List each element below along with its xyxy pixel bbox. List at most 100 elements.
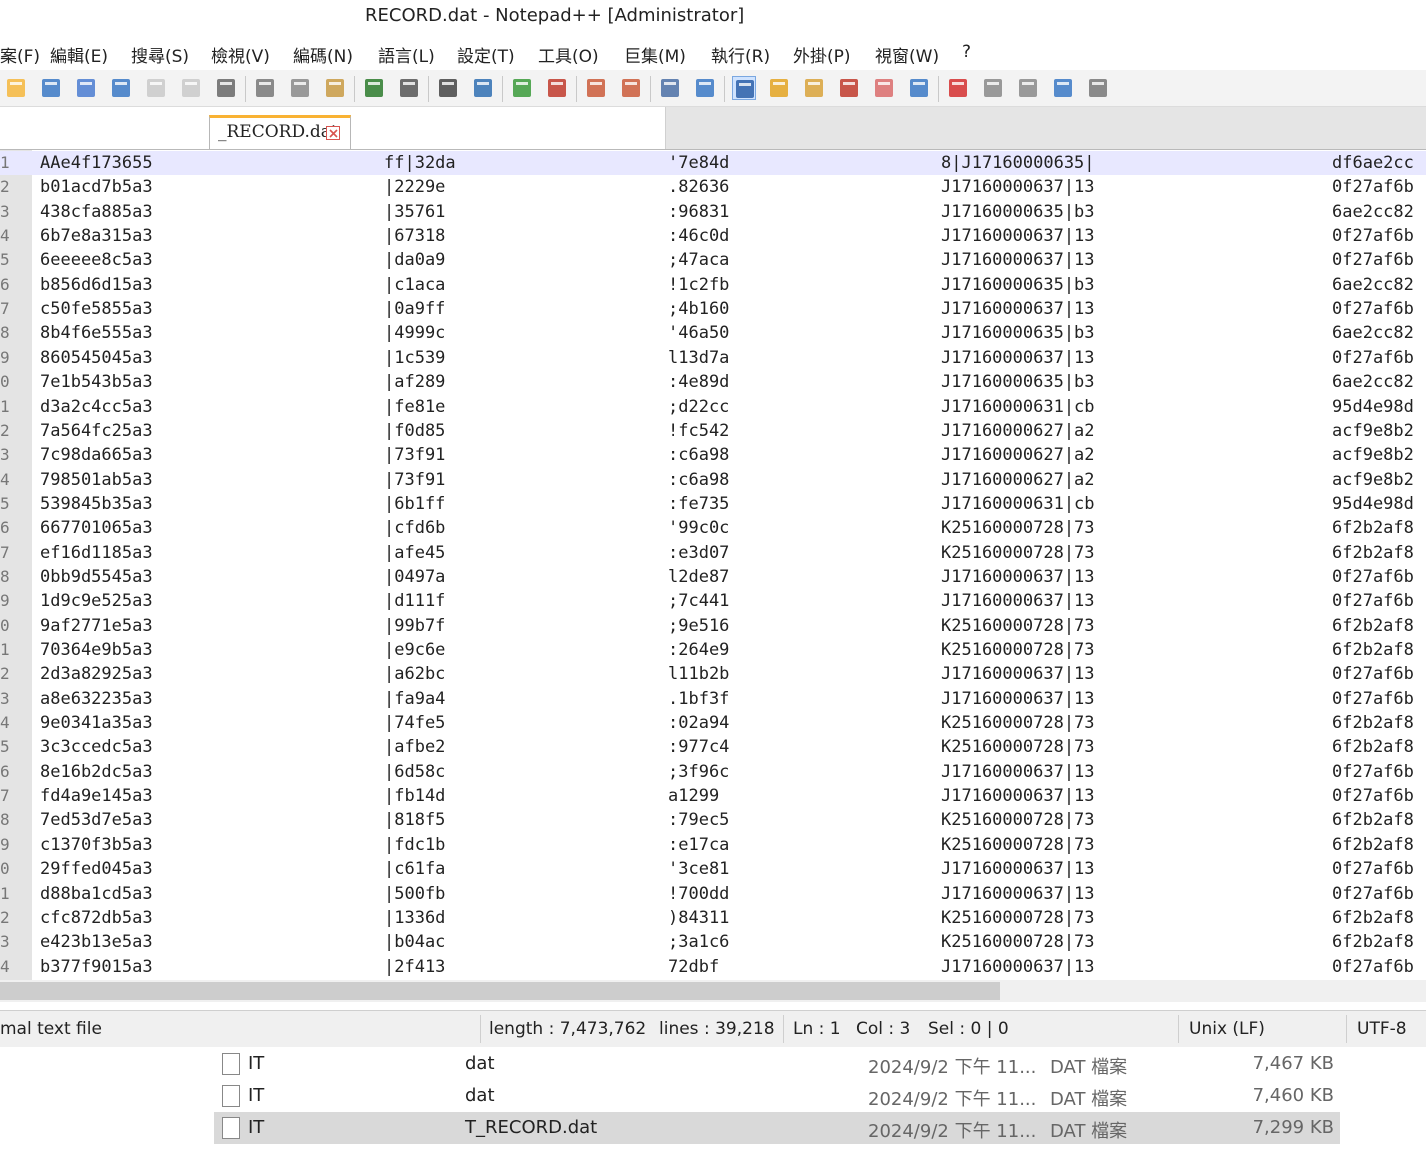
menu-item[interactable]: 巨集(M) — [624, 42, 686, 67]
editor-line[interactable]: 1 AAe4f173655 ff|32da '7e84d 8|J17160000635|… — [0, 151, 1426, 175]
editor-line[interactable]: 2 b01acd7b5a3 |2229e .82636 J17160000637|13 0… — [0, 175, 1426, 199]
zoom-out-icon[interactable] — [545, 76, 569, 100]
editor-line[interactable]: 9 c1370f3b5a3 |fdc1b:e17ca K25160000728|73 6… — [0, 833, 1426, 857]
editor-line[interactable]: 6 b856d6d15a3 |c1aca !1c2fb J17160000635|b3 6… — [0, 273, 1426, 297]
editor-line[interactable]: 7 c50fe5855a3 |0a9ff ;4b160 J17160000637|13 0… — [0, 297, 1426, 321]
tab-close-icon[interactable] — [326, 126, 340, 140]
editor-line[interactable]: 0 9af2771e5a3 |99b7f ;9e516 K25160000728|73 6… — [0, 614, 1426, 638]
function-list-icon[interactable] — [837, 76, 861, 100]
editor-line[interactable]: 4 b377f9015a3 |2f413 72dbf J17160000637|13 0f… — [0, 955, 1426, 979]
line-text: |6b1ff — [384, 493, 446, 514]
text-editor[interactable]: 1 AAe4f173655 ff|32da '7e84d 8|J17160000635|… — [0, 149, 1426, 980]
status-encoding[interactable]: UTF-8 — [1357, 1019, 1407, 1039]
line-text: 667701065a3 — [40, 518, 153, 539]
macro-play-icon[interactable] — [1016, 76, 1040, 100]
macro-record-icon[interactable] — [946, 76, 970, 100]
editor-line[interactable]: 1 d3a2c4cc5a3 |fe81e ;d22cc J17160000631|cb 9… — [0, 395, 1426, 419]
editor-line[interactable]: 4 9e0341a35a3 |74fe5:02a94 K25160000728|73 6… — [0, 711, 1426, 735]
scrollbar-thumb[interactable] — [0, 982, 1000, 1000]
user-language-icon[interactable] — [767, 76, 791, 100]
status-eol[interactable]: Unix (LF) — [1189, 1019, 1265, 1039]
line-text: b856d6d15a3 — [40, 274, 153, 295]
editor-line[interactable]: 7 fd4a9e145a3 |fb14d a1299 J17160000637|13 0f… — [0, 784, 1426, 808]
redo-icon[interactable] — [397, 76, 421, 100]
paste-icon[interactable] — [323, 76, 347, 100]
editor-line[interactable]: 3 438cfa885a3 |35761:96831 J17160000635|b3 6… — [0, 200, 1426, 224]
save-icon[interactable] — [74, 76, 98, 100]
editor-line[interactable]: 1 d88ba1cd5a3 |500fb !700dd J17160000637|13 0… — [0, 882, 1426, 906]
close-all-icon[interactable] — [179, 76, 203, 100]
editor-line[interactable]: 0 29ffed045a3 |c61fa '3ce81 J17160000637|13 0… — [0, 857, 1426, 881]
undo-icon[interactable] — [362, 76, 386, 100]
editor-line[interactable]: 2 2d3a82925a3 |a62bc l11b2b J17160000637|13 0… — [0, 662, 1426, 686]
save-all-icon[interactable] — [109, 76, 133, 100]
file-list-item[interactable]: IT T_RECORD.dat 2024/9/2 下午 11... DAT 檔案 7,2… — [214, 1112, 1340, 1144]
editor-line[interactable]: 2 7a564fc25a3 |f0d85 !fc542 J17160000627|a2 a… — [0, 419, 1426, 443]
macro-run-multiple-icon[interactable] — [1051, 76, 1075, 100]
menu-item[interactable]: 設定(T) — [457, 42, 515, 67]
show-all-chars-icon[interactable] — [693, 76, 717, 100]
menu-item[interactable]: ? — [962, 42, 971, 62]
tab-record-dat[interactable]: _RECORD.dat — [209, 115, 351, 149]
line-text: 1d9c9e525a3 — [40, 591, 153, 612]
line-text: 539845b35a3 — [40, 493, 153, 514]
zoom-in-icon[interactable] — [510, 76, 534, 100]
cut-icon[interactable] — [253, 76, 277, 100]
macro-stop-icon[interactable] — [981, 76, 1005, 100]
editor-line[interactable]: 8 7ed53d7e5a3 |818f5:79ec5 K25160000728|73 6… — [0, 808, 1426, 832]
status-col: Col : 3 — [856, 1019, 911, 1039]
folder-workspace-icon[interactable] — [872, 76, 896, 100]
status-divider — [480, 1015, 481, 1043]
editor-line[interactable]: 3 a8e632235a3 |fa9a4 .1bf3f J17160000637|13 0… — [0, 687, 1426, 711]
line-text: 6f2b2af8 — [1332, 542, 1414, 563]
close-icon[interactable] — [144, 76, 168, 100]
copy-icon[interactable] — [288, 76, 312, 100]
editor-line[interactable]: 8 8b4f6e555a3 |4999c '46a50 J17160000635|b3 6… — [0, 321, 1426, 345]
editor-line[interactable]: 6 667701065a3 |cfd6b '99c0c K25160000728|73 6… — [0, 516, 1426, 540]
new-file-icon[interactable] — [4, 76, 28, 100]
editor-line[interactable]: 9 860545045a3 |1c539 l13d7a J17160000637|13 0… — [0, 346, 1426, 370]
word-wrap-icon[interactable] — [658, 76, 682, 100]
sync-horizontal-icon[interactable] — [619, 76, 643, 100]
editor-line[interactable]: 5 3c3ccedc5a3 |afbe2:977c4 K25160000728|73 6… — [0, 735, 1426, 759]
horizontal-scrollbar[interactable] — [0, 980, 1426, 1002]
editor-line[interactable]: 4 6b7e8a315a3 |67318:46c0d J17160000637|13 0… — [0, 224, 1426, 248]
editor-line[interactable]: 5 539845b35a3 |6b1ff:fe735 J17160000631|cb 9… — [0, 492, 1426, 516]
editor-line[interactable]: 6 8e16b2dc5a3 |6d58c ;3f96c J17160000637|13 0… — [0, 760, 1426, 784]
editor-line[interactable]: 2 cfc872db5a3 |1336d)84311 K25160000728|73 6… — [0, 906, 1426, 930]
editor-line[interactable]: 4 798501ab5a3 |73f91:c6a98 J17160000627|a2 a… — [0, 468, 1426, 492]
editor-line[interactable]: 5 6eeeee8c5a3 |da0a9 ;47aca J17160000637|13 0… — [0, 248, 1426, 272]
print-icon[interactable] — [214, 76, 238, 100]
menu-item[interactable]: 案(F) — [0, 42, 40, 67]
open-file-icon[interactable] — [39, 76, 63, 100]
macro-save-icon[interactable] — [1086, 76, 1110, 100]
editor-line[interactable]: 7 ef16d1185a3 |afe45:e3d07 K25160000728|73 6… — [0, 541, 1426, 565]
menu-item[interactable]: 執行(R) — [711, 42, 770, 67]
replace-icon[interactable] — [471, 76, 495, 100]
editor-line[interactable]: 3 e423b13e5a3 |b04ac ;3a1c6 K25160000728|73 6… — [0, 930, 1426, 954]
editor-line[interactable]: 3 7c98da665a3 |73f91:c6a98 J17160000627|a2 a… — [0, 443, 1426, 467]
editor-line[interactable]: 0 7e1b543b5a3 |af289:4e89d J17160000635|b3 6… — [0, 370, 1426, 394]
indent-guide-icon[interactable] — [732, 76, 756, 100]
menu-item[interactable]: 外掛(P) — [793, 42, 851, 67]
line-text: |afe45 — [384, 542, 446, 563]
sync-vertical-icon[interactable] — [584, 76, 608, 100]
monitoring-icon[interactable] — [907, 76, 931, 100]
find-icon[interactable] — [436, 76, 460, 100]
editor-line[interactable]: 9 1d9c9e525a3 |d111f ;7c441 J17160000637|13 0… — [0, 589, 1426, 613]
menu-item[interactable]: 語言(L) — [378, 42, 435, 67]
editor-line[interactable]: 1 70364e9b5a3 |e9c6e:264e9 K25160000728|73 6… — [0, 638, 1426, 662]
menu-item[interactable]: 編碼(N) — [293, 42, 353, 67]
doc-map-icon[interactable] — [802, 76, 826, 100]
line-text: a8e632235a3 — [40, 688, 153, 709]
file-list-item[interactable]: IT dat 2024/9/2 下午 11... DAT 檔案 7,467 KB — [214, 1048, 1340, 1080]
menu-item[interactable]: 視窗(W) — [875, 42, 939, 67]
menu-item[interactable]: 檢視(V) — [211, 42, 270, 67]
window-title: RECORD.dat - Notepad++ [Administrator] — [365, 5, 745, 26]
menu-item[interactable]: 工具(O) — [538, 42, 599, 67]
menu-item[interactable]: 編輯(E) — [50, 42, 108, 67]
editor-line[interactable]: 8 0bb9d5545a3 |0497a l2de87 J17160000637|13 0… — [0, 565, 1426, 589]
file-modified-date: 2024/9/2 下午 11... — [868, 1089, 1037, 1110]
file-list-item[interactable]: IT dat 2024/9/2 下午 11... DAT 檔案 7,460 KB — [214, 1080, 1340, 1112]
menu-item[interactable]: 搜尋(S) — [131, 42, 189, 67]
